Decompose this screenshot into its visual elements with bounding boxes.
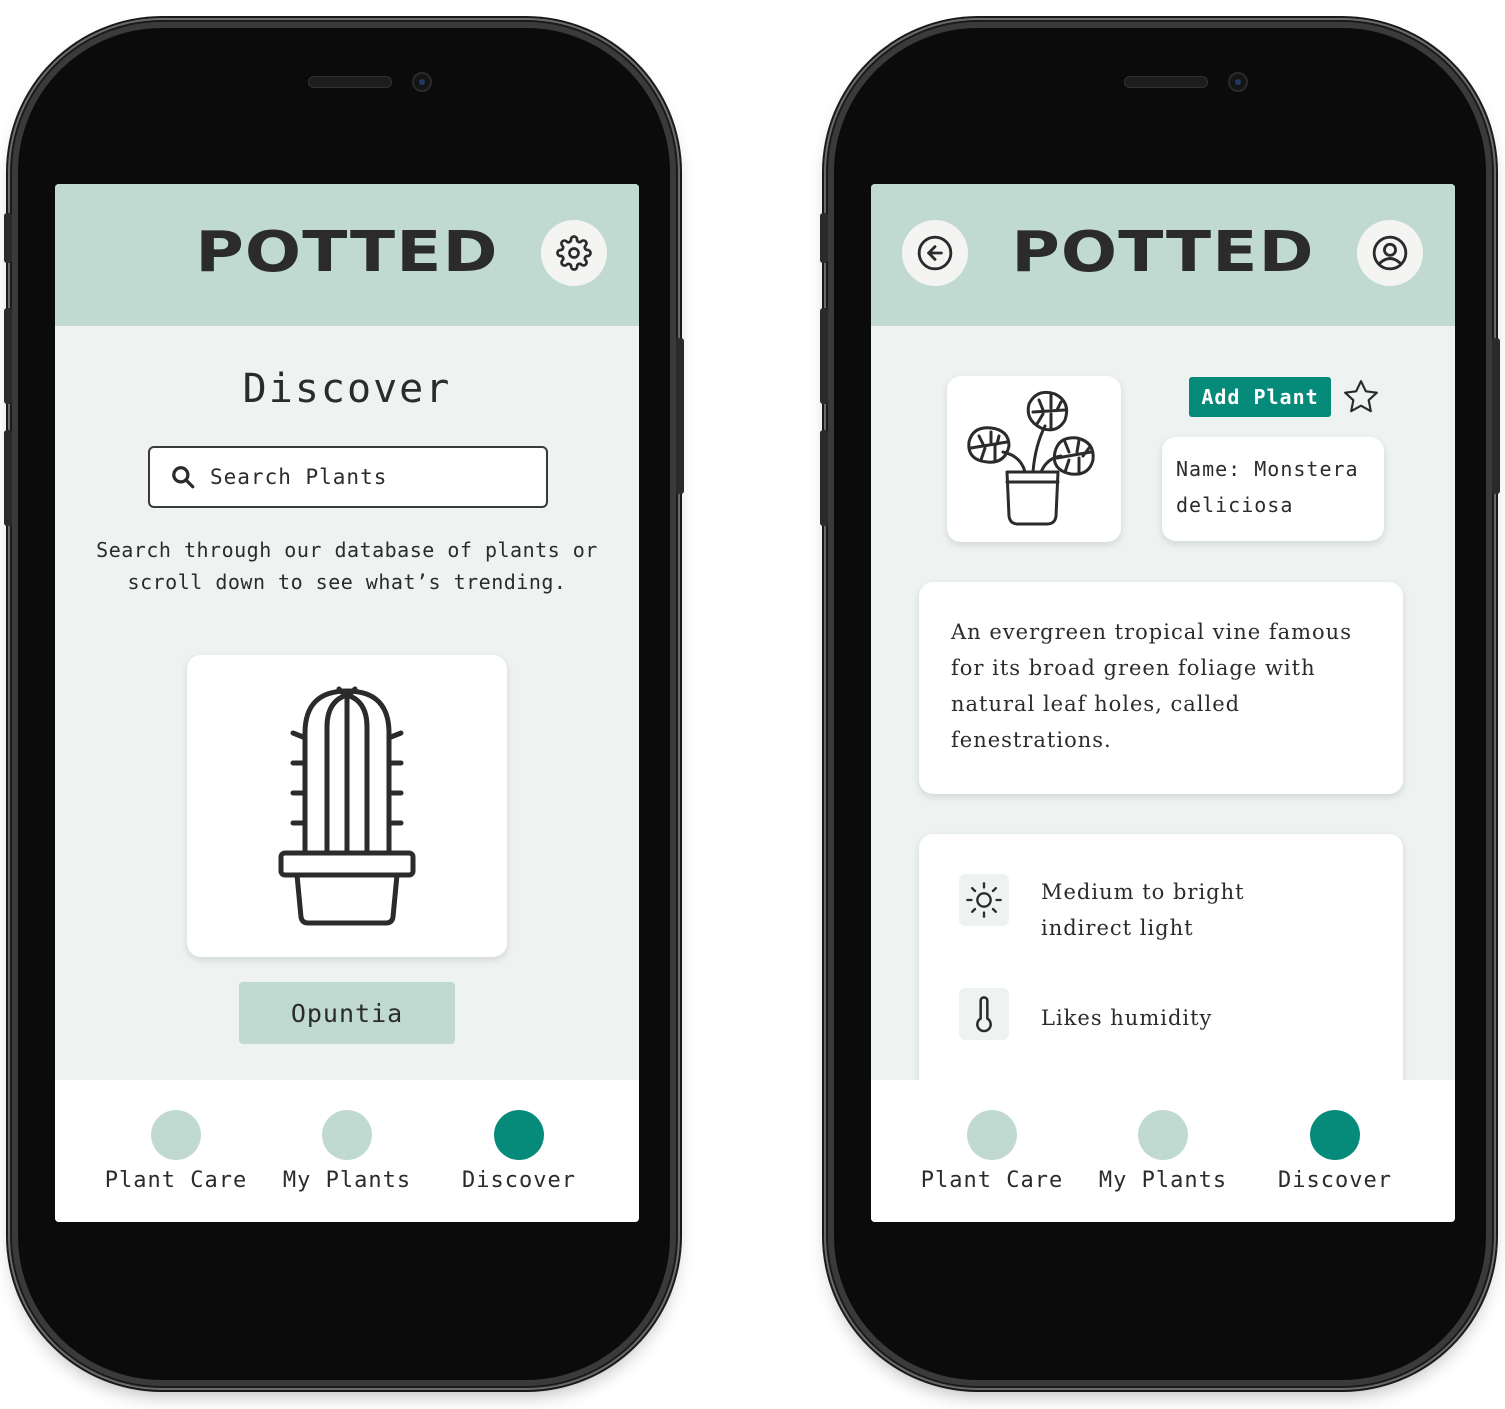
nav-label: Discover (1278, 1168, 1392, 1193)
volume-up-button (4, 308, 12, 404)
nav-label: Discover (462, 1168, 576, 1193)
nav-item-my-plants[interactable]: My Plants (1073, 1110, 1253, 1193)
plant-name-label: Name: Monstera deliciosa (1176, 457, 1359, 517)
nav-dot-my-plants (1138, 1110, 1188, 1160)
nav-label: My Plants (282, 1168, 412, 1193)
cactus-icon (278, 686, 416, 926)
featured-plant-name-button[interactable]: Opuntia (239, 982, 455, 1044)
nav-item-plant-care[interactable]: Plant Care (902, 1110, 1082, 1193)
plant-detail-screen: POTTED Add Plant Name: Monstera delicios… (871, 184, 1455, 1222)
settings-button[interactable] (541, 220, 607, 286)
front-camera (1228, 72, 1248, 92)
nav-dot-plant-care (151, 1110, 201, 1160)
favorite-button[interactable] (1341, 377, 1381, 417)
app-header: POTTED (55, 184, 639, 326)
nav-label: Plant Care (920, 1168, 1064, 1193)
page-title: Discover (242, 366, 452, 412)
volume-down-button (820, 430, 828, 526)
nav-dot-discover (1310, 1110, 1360, 1160)
earpiece-speaker (1124, 76, 1208, 88)
discover-screen: POTTED Discover Search Plants Search thr… (55, 184, 639, 1222)
back-button[interactable] (902, 220, 968, 286)
phone-frame-left: POTTED Discover Search Plants Search thr… (4, 22, 684, 1386)
bottom-nav: Plant Care My Plants Discover (871, 1080, 1455, 1222)
arrow-left-icon (917, 235, 953, 271)
nav-dot-my-plants (322, 1110, 372, 1160)
nav-item-discover[interactable]: Discover (429, 1110, 609, 1193)
earpiece-speaker (308, 76, 392, 88)
nav-label: My Plants (1098, 1168, 1228, 1193)
nav-item-discover[interactable]: Discover (1245, 1110, 1425, 1193)
plant-image-card (947, 376, 1121, 542)
monstera-icon (967, 390, 1095, 526)
care-icon-box (959, 988, 1009, 1040)
search-placeholder: Search Plants (210, 465, 388, 489)
nav-item-my-plants[interactable]: My Plants (257, 1110, 437, 1193)
plant-description-card: An evergreen tropical vine famous for it… (919, 582, 1403, 794)
care-row-humidity: Likes humidity (959, 988, 1321, 1040)
front-camera (412, 72, 432, 92)
search-icon (172, 466, 195, 489)
profile-button[interactable] (1357, 220, 1423, 286)
plant-name-card: Name: Monstera deliciosa (1162, 437, 1384, 541)
user-circle-icon (1372, 235, 1408, 271)
mute-switch (4, 213, 12, 263)
power-button (676, 338, 684, 494)
nav-label: Plant Care (104, 1168, 248, 1193)
care-text-light: Medium to bright indirect light (1041, 880, 1245, 940)
bottom-nav: Plant Care My Plants Discover (55, 1080, 639, 1222)
plant-description: An evergreen tropical vine famous for it… (951, 620, 1352, 752)
gear-icon (556, 235, 592, 271)
star-icon (1344, 380, 1378, 413)
discover-description: Search through our database of plants or… (96, 538, 598, 594)
mute-switch (820, 213, 828, 263)
nav-dot-plant-care (967, 1110, 1017, 1160)
phone-frame-right: POTTED Add Plant Name: Monstera delicios… (820, 22, 1500, 1386)
care-icon-box (959, 874, 1009, 926)
featured-plant-card[interactable] (187, 655, 507, 957)
add-plant-button[interactable]: Add Plant (1189, 377, 1331, 417)
nav-dot-discover (494, 1110, 544, 1160)
volume-up-button (820, 308, 828, 404)
thermometer-icon (976, 996, 992, 1033)
care-text-humidity: Likes humidity (1041, 1006, 1213, 1030)
nav-item-plant-care[interactable]: Plant Care (86, 1110, 266, 1193)
sun-icon (966, 882, 1002, 918)
care-row-light: Medium to bright indirect light (959, 874, 1321, 946)
app-header: POTTED (871, 184, 1455, 326)
search-input[interactable]: Search Plants (148, 446, 548, 508)
power-button (1492, 338, 1500, 494)
volume-down-button (4, 430, 12, 526)
